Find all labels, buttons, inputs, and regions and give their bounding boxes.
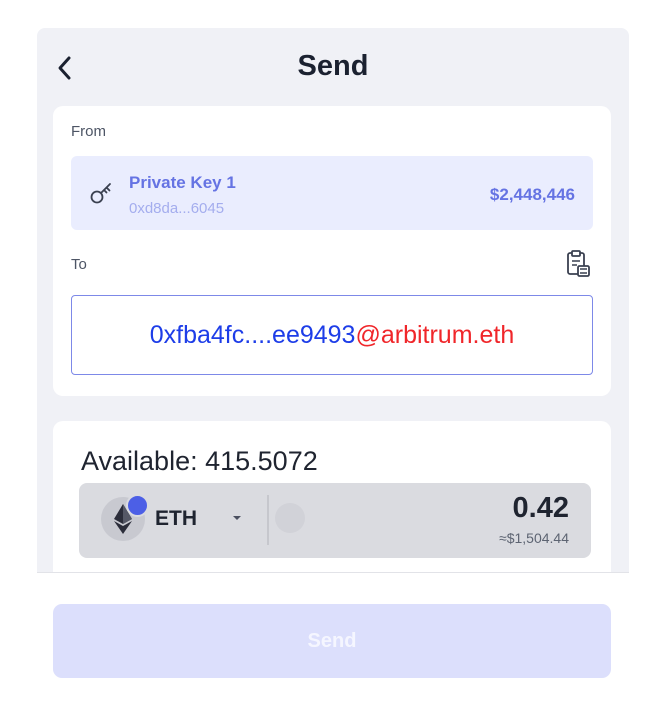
footer: Send — [37, 572, 629, 713]
key-icon — [90, 183, 111, 204]
recipient-domain: @arbitrum.eth — [355, 320, 515, 349]
amount-usd: ≈$1,504.44 — [499, 530, 569, 546]
token-name: ETH — [155, 507, 197, 530]
to-label: To — [71, 256, 87, 273]
recipient-address-input[interactable]: 0xfba4fc....ee9493 @arbitrum.eth — [71, 295, 593, 375]
header: Send — [37, 28, 629, 106]
divider — [267, 495, 269, 545]
account-balance: $2,448,446 — [489, 185, 575, 204]
send-button[interactable]: Send — [53, 604, 611, 678]
available-label: Available: — [81, 446, 198, 476]
account-name: Private Key 1 — [129, 173, 236, 192]
amount-card: Available: 415.5072 ETH 0.42 ≈$1,504.44 — [53, 421, 611, 576]
clipboard-paste-icon[interactable] — [565, 249, 591, 279]
page-title: Send — [297, 50, 369, 82]
chevron-down-icon — [233, 516, 241, 520]
address-card: From Private Key 1 0xd8da...6045 $2,448,… — [53, 106, 611, 396]
token-amount-row: ETH 0.42 ≈$1,504.44 — [79, 483, 591, 558]
available-balance: Available: 415.5072 — [81, 446, 318, 477]
account-address: 0xd8da...6045 — [129, 200, 225, 217]
available-value: 415.5072 — [205, 446, 318, 476]
amount-input[interactable]: 0.42 — [309, 492, 569, 525]
token-selector[interactable]: ETH — [79, 483, 267, 558]
from-account-selector[interactable]: Private Key 1 0xd8da...6045 $2,448,446 — [71, 156, 593, 230]
placeholder-icon — [275, 503, 305, 533]
network-badge-icon — [126, 494, 149, 517]
from-label: From — [71, 123, 106, 140]
recipient-address: 0xfba4fc....ee9493 — [149, 320, 356, 349]
